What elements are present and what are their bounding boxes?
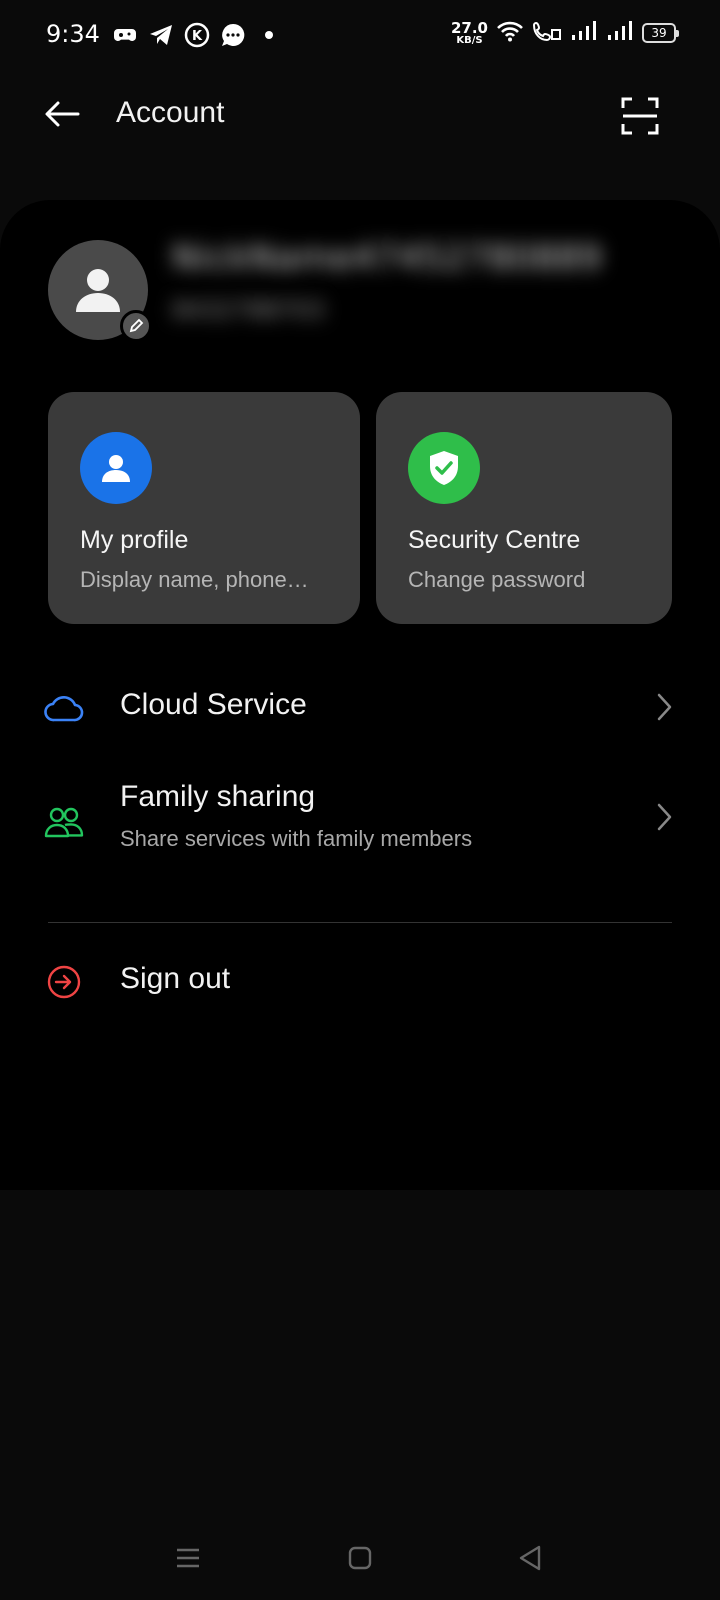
person-icon: [76, 269, 120, 312]
scan-icon: [621, 97, 659, 135]
card-title: Security Centre: [408, 526, 581, 554]
svg-text:K: K: [192, 29, 203, 44]
card-title: My profile: [80, 526, 189, 554]
navigation-bar: [0, 1520, 720, 1600]
chat-icon: [220, 22, 246, 48]
scan-button[interactable]: [616, 92, 664, 140]
home-button[interactable]: [336, 1534, 384, 1582]
account-panel: NickName47452780889 8432788703 My profil…: [0, 200, 720, 1190]
wifi-icon: [496, 20, 524, 46]
arrow-left-icon: [45, 101, 80, 127]
chevron-right-icon: [652, 692, 676, 722]
divider: [48, 922, 672, 923]
home-icon: [348, 1546, 372, 1570]
security-centre-card[interactable]: Security Centre Change password: [376, 392, 672, 624]
signal-icon: [570, 20, 598, 46]
menu-icon: [177, 1548, 199, 1568]
avatar[interactable]: [48, 240, 152, 342]
quick-cards: My profile Display name, phone… Security…: [48, 392, 672, 624]
telegram-icon: [148, 22, 174, 48]
status-bar: 9:34 K 27.0 KB/S 39: [0, 0, 720, 72]
net-speed: 27.0 KB/S: [450, 18, 488, 46]
menu-item-title: Family sharing: [120, 780, 316, 813]
app-header: Account: [0, 72, 720, 162]
menu-item-cloud-service[interactable]: Cloud Service: [0, 676, 720, 740]
shield-check-icon: [408, 432, 480, 504]
menu-item-title: Sign out: [120, 962, 231, 995]
family-icon: [42, 800, 86, 844]
edit-avatar-button[interactable]: [120, 310, 152, 342]
dot-icon: [256, 22, 282, 48]
card-subtitle: Display name, phone…: [80, 567, 309, 592]
menu-item-family-sharing[interactable]: Family sharing Share services with famil…: [0, 774, 720, 870]
sign-out-icon: [42, 960, 86, 1004]
signal-icon: [606, 20, 634, 46]
pencil-icon: [129, 318, 144, 333]
recent-apps-button[interactable]: [164, 1534, 212, 1582]
menu-item-subtitle: Share services with family members: [120, 826, 473, 851]
notification-icons: K: [112, 22, 282, 48]
sign-out-button[interactable]: Sign out: [0, 950, 720, 1014]
gamepad-icon: [112, 22, 138, 48]
page-title: Account: [116, 96, 225, 129]
my-profile-card[interactable]: My profile Display name, phone…: [48, 392, 360, 624]
system-icons: 27.0 KB/S 39: [450, 18, 679, 46]
account-screen: 9:34 K 27.0 KB/S 39 Account NickName4745…: [0, 0, 720, 1600]
cloud-icon: [42, 686, 86, 730]
k-icon: K: [184, 22, 210, 48]
card-subtitle: Change password: [408, 567, 586, 592]
user-id: 8432788703: [172, 296, 325, 324]
back-nav-button[interactable]: [506, 1534, 554, 1582]
user-name: NickName47452780889: [172, 238, 603, 278]
battery-icon: 39: [642, 23, 679, 43]
back-triangle-icon: [519, 1545, 541, 1571]
menu-item-title: Cloud Service: [120, 688, 307, 721]
status-time: 9:34: [46, 20, 100, 48]
back-button[interactable]: [40, 92, 84, 136]
person-icon: [80, 432, 152, 504]
volte-call-icon: [532, 20, 562, 46]
chevron-right-icon: [652, 802, 676, 832]
